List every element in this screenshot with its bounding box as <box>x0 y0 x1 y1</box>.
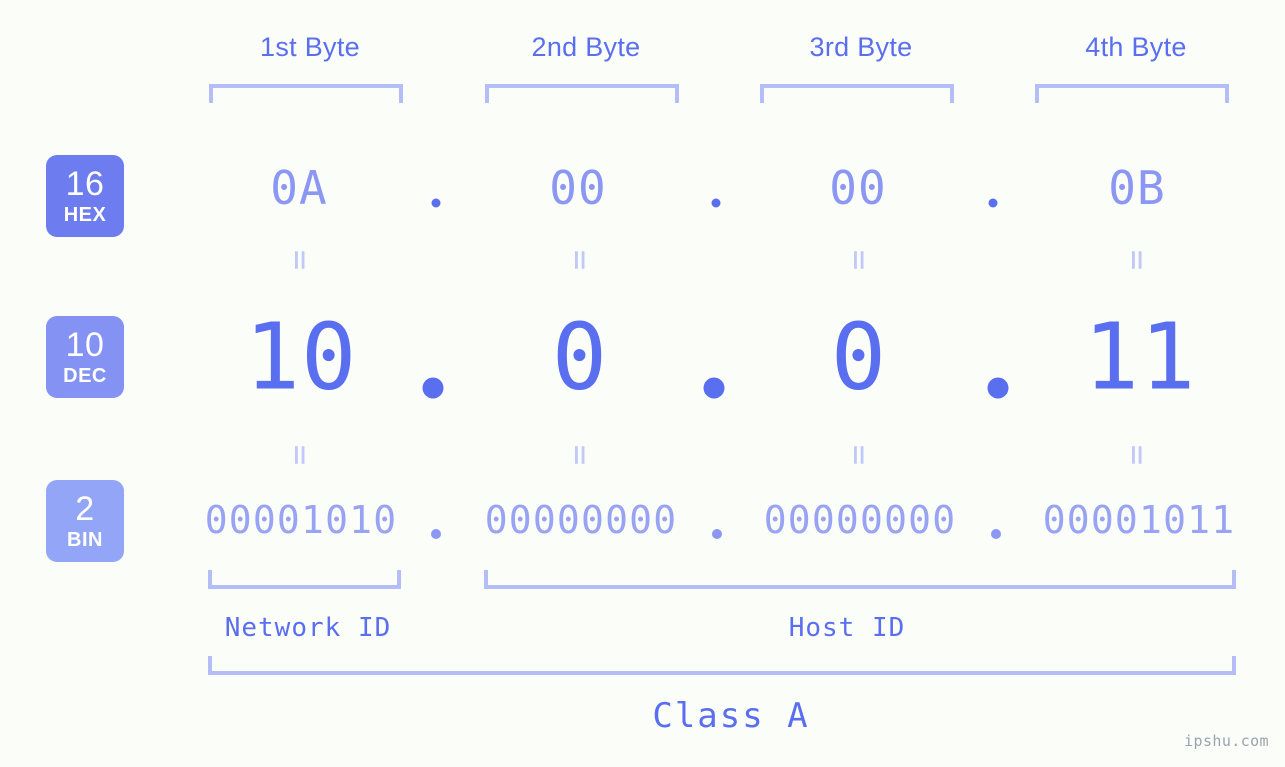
hex-separator-2 <box>711 198 721 208</box>
byte-bracket-3 <box>760 84 954 103</box>
bin-separator-1 <box>431 529 441 539</box>
equals-connector-dec-bin-4: = <box>1117 444 1157 466</box>
host-id-bracket <box>484 570 1236 589</box>
bin-byte-1: 00001010 <box>204 498 398 542</box>
bin-separator-3 <box>991 529 1001 539</box>
hex-separator-3 <box>988 198 998 208</box>
base-badge-dec[interactable]: 10 DEC <box>46 316 124 398</box>
dec-separator-1 <box>422 377 444 399</box>
equals-connector-hex-dec-4: = <box>1117 249 1157 271</box>
byte-bracket-2 <box>485 84 679 103</box>
site-watermark: ipshu.com <box>1184 732 1269 750</box>
network-id-label: Network ID <box>224 613 392 643</box>
bin-byte-2: 00000000 <box>484 498 678 542</box>
hex-separator-1 <box>431 198 441 208</box>
dec-byte-2: 0 <box>551 303 609 411</box>
byte-header-label: 3rd Byte <box>809 32 913 62</box>
base-badge-number: 16 <box>65 165 105 203</box>
bin-byte-3: 00000000 <box>763 498 957 542</box>
dec-byte-3: 0 <box>830 303 888 411</box>
class-label: Class A <box>652 696 810 736</box>
byte-bracket-1 <box>209 84 403 103</box>
base-badge-hex[interactable]: 16 HEX <box>46 155 124 237</box>
equals-connector-hex-dec-3: = <box>839 249 879 271</box>
network-id-bracket <box>208 570 401 589</box>
equals-connector-dec-bin-2: = <box>560 444 600 466</box>
equals-connector-dec-bin-3: = <box>839 444 879 466</box>
base-badge-number: 10 <box>65 326 105 364</box>
host-id-label: Host ID <box>788 613 906 643</box>
byte-header-label: 4th Byte <box>1085 32 1187 62</box>
class-bracket <box>208 656 1236 675</box>
equals-connector-hex-dec-1: = <box>280 249 320 271</box>
diagram-canvas: 1st Byte 2nd Byte 3rd Byte 4th Byte 16 H… <box>0 0 1285 767</box>
bin-byte-4: 00001011 <box>1042 498 1236 542</box>
byte-header-1: 1st Byte <box>190 32 430 63</box>
bin-separator-2 <box>712 529 722 539</box>
hex-byte-1: 0A <box>270 161 328 215</box>
base-badge-bin[interactable]: 2 BIN <box>46 480 124 562</box>
hex-byte-3: 00 <box>829 161 887 215</box>
byte-header-label: 1st Byte <box>260 32 360 62</box>
base-badge-system: BIN <box>67 529 103 551</box>
byte-bracket-4 <box>1035 84 1229 103</box>
byte-header-3: 3rd Byte <box>741 32 981 63</box>
equals-connector-dec-bin-1: = <box>280 444 320 466</box>
dec-separator-2 <box>703 377 725 399</box>
byte-header-label: 2nd Byte <box>531 32 641 62</box>
dec-separator-3 <box>987 377 1009 399</box>
base-badge-number: 2 <box>75 490 95 528</box>
base-badge-system: DEC <box>63 365 107 387</box>
base-badge-system: HEX <box>63 204 107 226</box>
hex-byte-2: 00 <box>549 161 607 215</box>
equals-connector-hex-dec-2: = <box>560 249 600 271</box>
hex-byte-4: 0B <box>1108 161 1166 215</box>
dec-byte-1: 10 <box>244 303 358 411</box>
byte-header-2: 2nd Byte <box>466 32 706 63</box>
dec-byte-4: 11 <box>1083 303 1197 411</box>
byte-header-4: 4th Byte <box>1016 32 1256 63</box>
